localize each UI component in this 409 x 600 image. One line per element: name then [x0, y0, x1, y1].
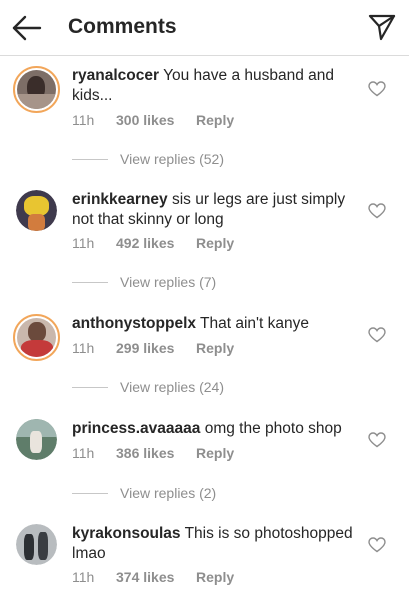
view-replies-button[interactable]: View replies (7) [72, 274, 216, 290]
header-bar: Comments [0, 0, 409, 56]
comment-time: 11h [72, 112, 95, 128]
comment-text: anthonystoppelx That ain't kanye [72, 314, 354, 334]
comment-username[interactable]: princess.avaaaaa [72, 420, 200, 437]
view-replies-label: View replies (7) [120, 274, 217, 290]
comment-username[interactable]: anthonystoppelx [72, 315, 196, 332]
reply-button[interactable]: Reply [196, 235, 234, 251]
comment-likes[interactable]: 300 likes [116, 112, 196, 128]
comment-text: kyrakonsoulas This is so photoshopped lm… [72, 524, 354, 564]
heart-icon[interactable] [368, 81, 386, 97]
comment-time: 11h [72, 569, 95, 585]
heart-icon[interactable] [368, 203, 386, 219]
arrow-left-icon [12, 15, 42, 41]
back-button[interactable] [10, 12, 44, 44]
view-replies-button[interactable]: View replies (52) [72, 151, 224, 167]
comment-text: ryanalcocer You have a husband and kids.… [72, 66, 354, 106]
view-replies-button[interactable]: View replies (24) [72, 379, 224, 395]
view-replies-label: View replies (52) [120, 151, 225, 167]
reply-button[interactable]: Reply [196, 112, 234, 128]
view-replies-button[interactable]: View replies (2) [72, 485, 216, 501]
comment-meta: 11h 386 likes Reply [72, 445, 234, 461]
view-replies-label: View replies (24) [120, 379, 225, 395]
comment-likes[interactable]: 374 likes [116, 569, 196, 585]
paper-plane-icon [368, 14, 396, 41]
heart-icon[interactable] [368, 432, 386, 448]
divider-line [72, 281, 108, 283]
reply-button[interactable]: Reply [196, 445, 234, 461]
comment-likes[interactable]: 386 likes [116, 445, 196, 461]
divider-line [72, 386, 108, 388]
reply-button[interactable]: Reply [196, 569, 234, 585]
view-replies-label: View replies (2) [120, 485, 217, 501]
comment-likes[interactable]: 299 likes [116, 340, 196, 356]
comment-text: erinkkearney sis ur legs are just simply… [72, 190, 354, 230]
comment-time: 11h [72, 235, 95, 251]
comment-body: That ain't kanye [200, 315, 309, 332]
divider-line [72, 158, 108, 160]
comment-username[interactable]: ryanalcocer [72, 67, 159, 84]
comment-time: 11h [72, 340, 95, 356]
comment-likes[interactable]: 492 likes [116, 235, 196, 251]
comment-username[interactable]: erinkkearney [72, 191, 168, 208]
comment-username[interactable]: kyrakonsoulas [72, 525, 181, 542]
comment-meta: 11h 299 likes Reply [72, 340, 234, 356]
share-button[interactable] [367, 12, 397, 42]
heart-icon[interactable] [368, 537, 386, 553]
avatar[interactable] [16, 419, 57, 460]
comment-meta: 11h 492 likes Reply [72, 235, 234, 251]
avatar[interactable] [16, 190, 57, 231]
comment-meta: 11h 300 likes Reply [72, 112, 234, 128]
heart-icon[interactable] [368, 327, 386, 343]
page-title: Comments [68, 15, 177, 38]
comment-body: omg the photo shop [204, 420, 342, 437]
comment-meta: 11h 374 likes Reply [72, 569, 234, 585]
comment-time: 11h [72, 445, 95, 461]
avatar[interactable] [13, 314, 60, 361]
divider-line [72, 492, 108, 494]
avatar[interactable] [13, 66, 60, 113]
avatar[interactable] [16, 524, 57, 565]
comment-text: princess.avaaaaa omg the photo shop [72, 419, 354, 439]
reply-button[interactable]: Reply [196, 340, 234, 356]
